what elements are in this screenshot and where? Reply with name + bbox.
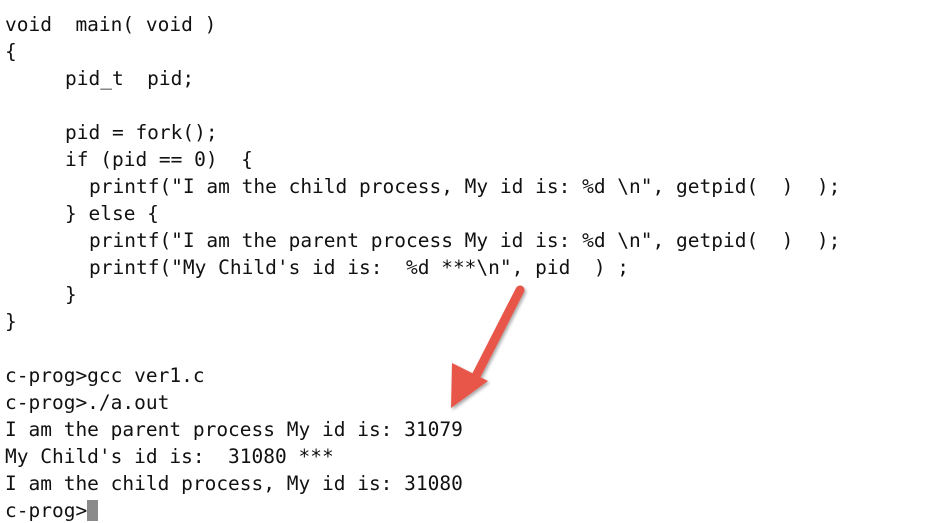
code-line-close-main: } <box>5 310 17 333</box>
code-line-main-signature: void main( void ) <box>5 13 217 36</box>
code-line-close-if: } <box>65 283 77 306</box>
terminal-prompt-line[interactable]: c-prog> <box>5 497 99 523</box>
code-line-else: } else { <box>65 202 159 225</box>
terminal-line-child-output: I am the child process, My id is: 31080 <box>5 472 463 495</box>
terminal-cursor[interactable] <box>87 500 99 521</box>
terminal-line-parent-output: I am the parent process My id is: 31079 <box>5 418 463 441</box>
screenshot-canvas: void main( void ) { pid_t pid; pid = for… <box>0 0 933 523</box>
terminal-line-compile-command: c-prog>gcc ver1.c <box>5 364 205 387</box>
terminal-line-run-command: c-prog>./a.out <box>5 391 170 414</box>
code-line-printf-child-id: printf("My Child's id is: %d ***\n", pid… <box>89 256 630 279</box>
terminal-prompt: c-prog> <box>5 499 88 522</box>
terminal-line-child-id-output: My Child's id is: 31080 *** <box>5 445 334 468</box>
code-line-pid-declaration: pid_t pid; <box>65 67 195 90</box>
code-line-if-child: if (pid == 0) { <box>65 148 253 171</box>
code-line-open-brace: { <box>5 40 17 63</box>
code-line-printf-child: printf("I am the child process, My id is… <box>89 175 841 198</box>
code-line-fork-call: pid = fork(); <box>65 121 218 144</box>
code-line-printf-parent: printf("I am the parent process My id is… <box>89 229 841 252</box>
